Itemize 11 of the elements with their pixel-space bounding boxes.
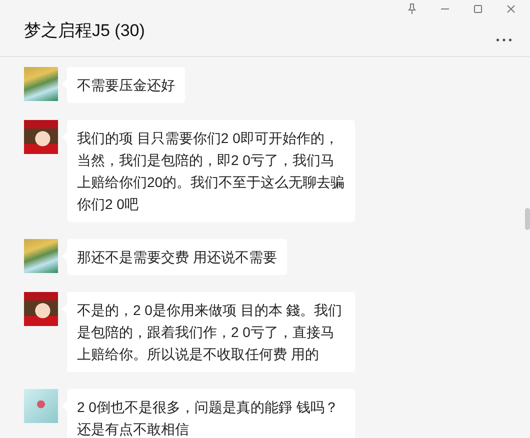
more-icon[interactable] [496, 38, 512, 42]
message-bubble: 那还不是需要交费 用还说不需要 [67, 239, 287, 275]
message-bubble: 2 0倒也不是很多，问题是真的能錚 钱吗？还是有点不敢相信 [67, 389, 355, 438]
message-bubble: 不需要压金还好 [67, 67, 185, 103]
maximize-icon[interactable] [473, 3, 483, 15]
scrollbar[interactable] [525, 208, 530, 230]
message-bubble: 我们的项 目只需要你们2 0即可开始作的，当然，我们是包陪的，即2 0亏了，我们马上赔给你们20的。我们不至于这么无聊去骗你们2 0吧 [67, 120, 355, 222]
chat-title: 梦之启程J5 (30) [24, 20, 145, 42]
pin-icon[interactable] [407, 3, 417, 15]
message-bubble: 不是的，2 0是你用来做项 目的本 錢。我们是包陪的，跟着我们作，2 0亏了，直接马上赔给你。所以说是不收取任何费 用的 [67, 292, 355, 372]
close-icon[interactable] [506, 3, 516, 15]
